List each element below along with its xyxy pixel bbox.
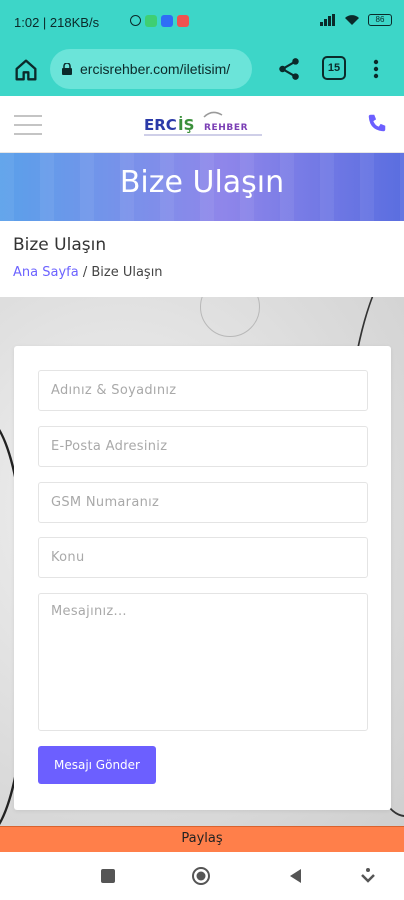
- decorative-cable: [200, 297, 260, 337]
- contact-form: Mesajı Gönder: [14, 346, 391, 810]
- alarm-icon: [130, 15, 141, 26]
- email-input[interactable]: [38, 426, 368, 467]
- message-textarea[interactable]: [38, 593, 368, 731]
- site-header: ERC İŞ REHBER: [0, 96, 404, 153]
- lock-icon: [62, 63, 72, 75]
- phone-icon[interactable]: [366, 112, 388, 134]
- submit-button[interactable]: Mesajı Gönder: [38, 746, 156, 784]
- battery-icon: 86: [368, 14, 392, 26]
- address-bar[interactable]: ercisrehber.com/iletisim/: [50, 49, 252, 89]
- overflow-menu-icon[interactable]: [364, 56, 388, 82]
- share-bar[interactable]: Paylaş: [0, 826, 404, 852]
- messenger-icon: [161, 15, 173, 27]
- svg-text:ERC: ERC: [144, 116, 177, 134]
- breadcrumb-separator: /: [78, 265, 92, 280]
- hamburger-menu-icon[interactable]: [14, 115, 42, 135]
- subject-input[interactable]: [38, 537, 368, 578]
- notification-icons: [130, 15, 189, 27]
- home-icon[interactable]: [12, 56, 40, 84]
- breadcrumb-home-link[interactable]: Ana Sayfa: [13, 265, 79, 280]
- tab-switcher-button[interactable]: 15: [322, 56, 346, 80]
- breadcrumb-current: Bize Ulaşın: [91, 265, 163, 280]
- recents-icon[interactable]: [98, 866, 118, 886]
- system-navigation-bar: [0, 852, 404, 900]
- share-icon[interactable]: [276, 56, 302, 82]
- status-right: 86: [320, 14, 392, 26]
- svg-text:İŞ: İŞ: [178, 115, 194, 134]
- home-nav-icon[interactable]: [191, 866, 211, 886]
- youtube-icon: [177, 15, 189, 27]
- signal-icon: [320, 14, 335, 26]
- share-bar-label: Paylaş: [181, 831, 223, 846]
- url-text: ercisrehber.com/iletisim/: [80, 61, 231, 77]
- hide-nav-icon[interactable]: [358, 866, 378, 886]
- svg-text:REHBER: REHBER: [204, 123, 248, 133]
- hero-title: Bize Ulaşın: [119, 165, 285, 200]
- browser-toolbar: ercisrehber.com/iletisim/ 15: [0, 44, 404, 96]
- phone-input[interactable]: [38, 482, 368, 523]
- status-bar: 1:02 | 218KB/s 86: [0, 0, 404, 44]
- page-heading-section: Bize Ulaşın Ana Sayfa / Bize Ulaşın: [0, 221, 404, 297]
- back-icon[interactable]: [286, 866, 306, 886]
- site-logo[interactable]: ERC İŞ REHBER: [142, 107, 266, 141]
- name-input[interactable]: [38, 370, 368, 411]
- whatsapp-icon: [145, 15, 157, 27]
- breadcrumb: Ana Sayfa / Bize Ulaşın: [13, 265, 163, 280]
- hero-banner: Bize Ulaşın: [0, 153, 404, 221]
- page-title: Bize Ulaşın: [13, 235, 107, 255]
- status-time: 1:02 | 218KB/s: [14, 15, 100, 30]
- wifi-icon: [345, 15, 359, 25]
